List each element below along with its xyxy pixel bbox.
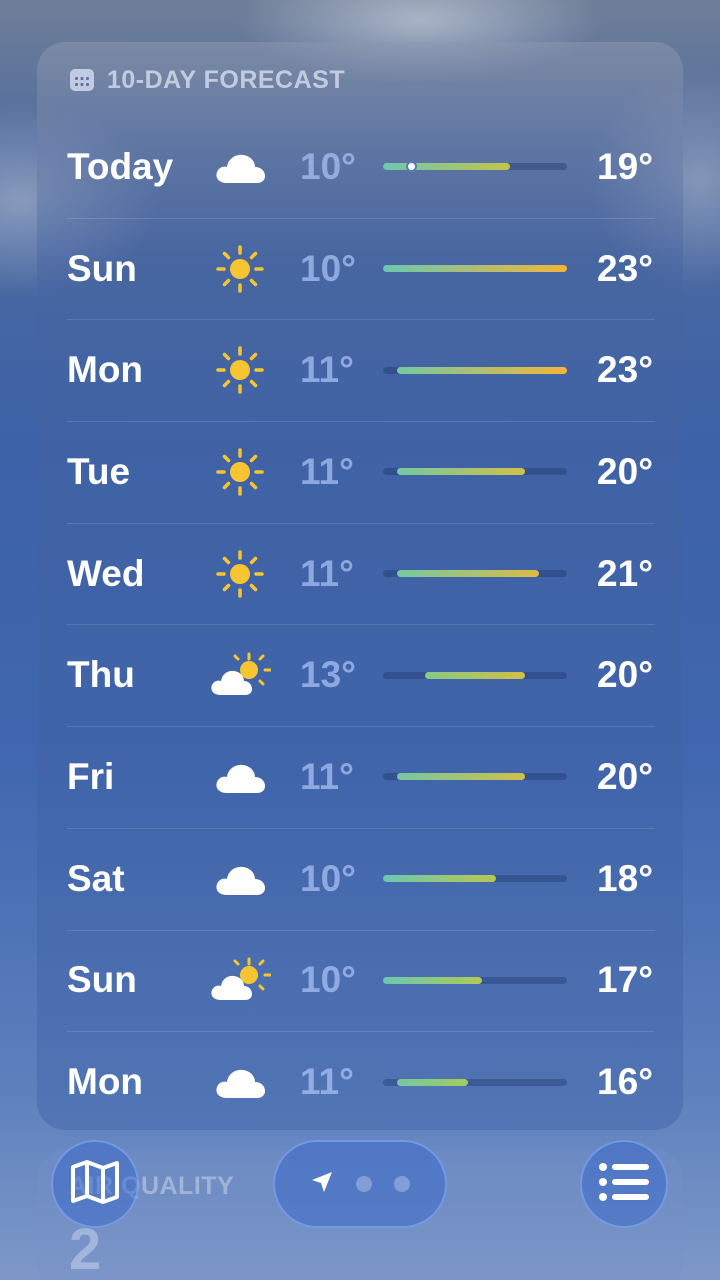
temp-range-fill bbox=[383, 875, 497, 883]
high-temp: 21° bbox=[597, 552, 653, 594]
forecast-row[interactable]: Today 10° 19° bbox=[37, 116, 683, 218]
map-icon bbox=[70, 1159, 120, 1210]
temp-range-fill bbox=[383, 976, 483, 984]
temp-range-bar bbox=[383, 265, 567, 273]
page-indicator[interactable] bbox=[273, 1140, 447, 1228]
day-label: Wed bbox=[67, 552, 145, 594]
high-temp: 20° bbox=[597, 654, 653, 696]
day-label: Mon bbox=[67, 1061, 144, 1103]
forecast-row[interactable]: Sun 10° 23° bbox=[37, 217, 683, 320]
cloud-icon bbox=[209, 1056, 271, 1108]
high-temp: 18° bbox=[597, 857, 653, 899]
high-temp: 17° bbox=[597, 959, 653, 1001]
cloud-icon bbox=[209, 853, 271, 905]
temp-range-bar bbox=[383, 671, 567, 679]
low-temp: 11° bbox=[300, 755, 354, 797]
sun-icon bbox=[209, 446, 271, 498]
low-temp: 11° bbox=[300, 450, 354, 492]
temp-range-fill bbox=[425, 671, 525, 679]
temp-range-bar bbox=[383, 570, 567, 578]
temp-range-fill bbox=[397, 1078, 468, 1086]
forecast-row[interactable]: Thu 13° 20° bbox=[37, 624, 683, 726]
sun-icon bbox=[209, 548, 271, 600]
forecast-row[interactable]: Mon 11° 16° bbox=[37, 1031, 683, 1133]
location-arrow-icon[interactable] bbox=[310, 1170, 334, 1199]
page-dot[interactable] bbox=[394, 1176, 410, 1192]
forecast-row[interactable]: Fri 11° 20° bbox=[37, 726, 683, 828]
forecast-row[interactable]: Sun 10° 17° bbox=[37, 929, 683, 1032]
forecast-row[interactable]: Sat 10° 18° bbox=[37, 827, 683, 930]
cloud-icon bbox=[209, 751, 271, 803]
low-temp: 13° bbox=[300, 654, 356, 696]
day-label: Today bbox=[67, 145, 174, 187]
high-temp: 19° bbox=[597, 145, 653, 187]
temp-range-bar bbox=[383, 468, 567, 476]
temp-range-bar bbox=[383, 773, 567, 781]
temp-range-fill bbox=[383, 265, 567, 273]
cloud-icon bbox=[209, 141, 271, 193]
high-temp: 16° bbox=[597, 1061, 653, 1103]
temp-range-fill bbox=[397, 570, 539, 578]
map-button[interactable] bbox=[51, 1140, 139, 1228]
low-temp: 10° bbox=[300, 247, 356, 289]
high-temp: 20° bbox=[597, 755, 653, 797]
list-button[interactable] bbox=[580, 1140, 668, 1228]
temp-range-fill bbox=[397, 366, 567, 374]
low-temp: 10° bbox=[300, 145, 356, 187]
temp-range-bar bbox=[383, 161, 567, 173]
current-temp-dot bbox=[406, 161, 418, 173]
temp-range-bar bbox=[383, 366, 567, 374]
day-label: Sun bbox=[67, 247, 137, 289]
day-label: Sat bbox=[67, 857, 125, 899]
day-label: Thu bbox=[67, 654, 135, 696]
temp-range-fill bbox=[383, 163, 511, 171]
temp-range-bar bbox=[383, 976, 567, 984]
partly-cloudy-icon bbox=[209, 649, 271, 701]
high-temp: 23° bbox=[597, 247, 653, 289]
low-temp: 11° bbox=[300, 1061, 354, 1103]
temp-range-fill bbox=[397, 773, 525, 781]
day-label: Tue bbox=[67, 450, 131, 492]
day-label: Mon bbox=[67, 349, 144, 391]
forecast-rows: Today 10° 19° Sun 10° 23° Mon 11° 23° Tue 11° 20° We… bbox=[37, 116, 683, 1133]
ten-day-forecast-card[interactable]: 10-DAY FORECAST Today 10° 19° Sun 10° 23° Mon 1… bbox=[37, 42, 683, 1130]
sun-icon bbox=[209, 344, 271, 396]
high-temp: 23° bbox=[597, 349, 653, 391]
forecast-row[interactable]: Mon 11° 23° bbox=[37, 319, 683, 421]
forecast-header: 10-DAY FORECAST bbox=[69, 66, 345, 94]
high-temp: 20° bbox=[597, 450, 653, 492]
low-temp: 11° bbox=[300, 552, 354, 594]
sun-icon bbox=[209, 243, 271, 295]
calendar-icon bbox=[69, 67, 95, 93]
temp-range-bar bbox=[383, 875, 567, 883]
list-icon bbox=[598, 1162, 650, 1207]
forecast-row[interactable]: Tue 11° 20° bbox=[37, 421, 683, 523]
day-label: Fri bbox=[67, 755, 115, 797]
low-temp: 11° bbox=[300, 349, 354, 391]
day-label: Sun bbox=[67, 959, 137, 1001]
page-dot[interactable] bbox=[356, 1176, 372, 1192]
forecast-title: 10-DAY FORECAST bbox=[107, 65, 346, 94]
temp-range-bar bbox=[383, 1078, 567, 1086]
temp-range-fill bbox=[397, 468, 525, 476]
low-temp: 10° bbox=[300, 959, 356, 1001]
partly-cloudy-icon bbox=[209, 954, 271, 1006]
low-temp: 10° bbox=[300, 857, 356, 899]
forecast-row[interactable]: Wed 11° 21° bbox=[37, 522, 683, 625]
